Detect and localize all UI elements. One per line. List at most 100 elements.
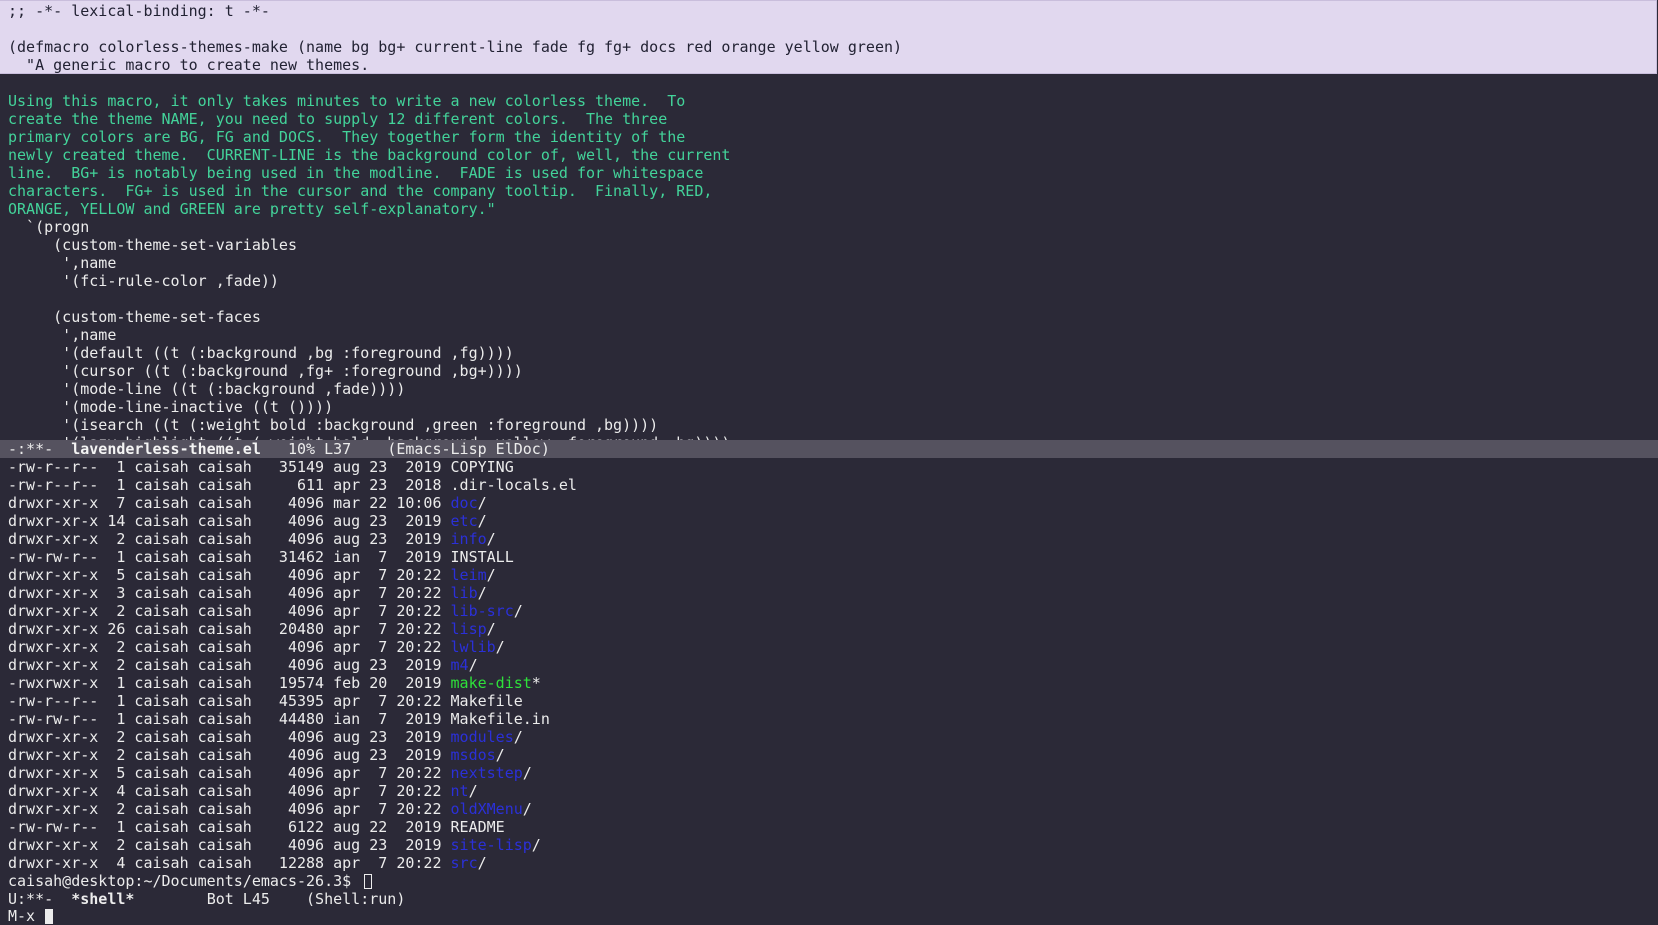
docstring-line (0, 74, 1658, 92)
listing-suffix: / (522, 764, 532, 782)
code-line: `(progn (8, 218, 90, 236)
listing-row: -rw-rw-r-- 1 caisah caisah 44480 ian 7 2… (0, 710, 1658, 728)
listing-meta: drwxr-xr-x 2 caisah caisah 4096 apr 7 20… (8, 638, 451, 656)
listing-meta: -rw-rw-r-- 1 caisah caisah 6122 aug 22 2… (8, 818, 451, 836)
shell-prompt-line[interactable]: caisah@desktop:~/Documents/emacs-26.3$ (0, 872, 1658, 890)
docstring-line: ORANGE, YELLOW and GREEN are pretty self… (8, 200, 496, 218)
modeline-status: U:**- (8, 890, 54, 908)
code-line: '(mode-line ((t (:background ,fade)))) (8, 380, 406, 398)
listing-dir-name[interactable]: msdos (451, 746, 496, 764)
listing-dir-name[interactable]: lisp (451, 620, 487, 638)
listing-suffix: / (477, 512, 487, 530)
code-line: ',name (8, 254, 117, 272)
listing-file-name[interactable]: make-dist (451, 674, 532, 692)
shell-cursor (364, 874, 373, 889)
listing-suffix: / (477, 494, 487, 512)
listing-suffix: / (486, 620, 496, 638)
directory-listing: -rw-r--r-- 1 caisah caisah 35149 aug 23 … (0, 458, 1658, 872)
listing-row: drwxr-xr-x 5 caisah caisah 4096 apr 7 20… (0, 764, 1658, 782)
listing-suffix: / (522, 800, 532, 818)
minibuffer[interactable]: M-x (0, 908, 1658, 925)
listing-meta: drwxr-xr-x 2 caisah caisah 4096 aug 23 2… (8, 746, 451, 764)
modeline-buffer-name[interactable]: lavenderless-theme.el (71, 440, 261, 458)
listing-file-name[interactable]: .dir-locals.el (451, 476, 577, 494)
modeline-position: Bot L45 (206, 890, 270, 908)
listing-meta: drwxr-xr-x 2 caisah caisah 4096 aug 23 2… (8, 656, 451, 674)
listing-dir-name[interactable]: nt (451, 782, 469, 800)
listing-meta: drwxr-xr-x 14 caisah caisah 4096 aug 23 … (8, 512, 451, 530)
listing-meta: drwxr-xr-x 2 caisah caisah 4096 aug 23 2… (8, 530, 451, 548)
shell-window[interactable]: -rw-r--r-- 1 caisah caisah 35149 aug 23 … (0, 458, 1658, 890)
modeline-status: -:**- (8, 440, 54, 458)
listing-row: drwxr-xr-x 4 caisah caisah 4096 apr 7 20… (0, 782, 1658, 800)
listing-row: drwxr-xr-x 2 caisah caisah 4096 aug 23 2… (0, 746, 1658, 764)
listing-dir-name[interactable]: lwlib (451, 638, 496, 656)
listing-file-name[interactable]: Makefile.in (451, 710, 550, 728)
header-line: "A generic macro to create new themes. (8, 56, 370, 74)
docstring-line: characters. FG+ is used in the cursor an… (8, 182, 713, 200)
listing-row: drwxr-xr-x 7 caisah caisah 4096 mar 22 1… (0, 494, 1658, 512)
minibuffer-prompt: M-x (8, 907, 45, 925)
listing-meta: -rw-rw-r-- 1 caisah caisah 31462 ian 7 2… (8, 548, 451, 566)
listing-dir-name[interactable]: lib-src (451, 602, 514, 620)
listing-dir-name[interactable]: modules (451, 728, 514, 746)
modeline-mode[interactable]: (Shell:run) (306, 890, 405, 908)
header-line: ;; -*- lexical-binding: t -*- (8, 2, 270, 20)
listing-file-name[interactable]: INSTALL (451, 548, 514, 566)
docstring-line: primary colors are BG, FG and DOCS. They… (8, 128, 686, 146)
listing-row: drwxr-xr-x 3 caisah caisah 4096 apr 7 20… (0, 584, 1658, 602)
listing-dir-name[interactable]: oldXMenu (451, 800, 523, 818)
editor-modeline: -:**- lavenderless-theme.el 10% L37 (Ema… (0, 440, 1658, 458)
listing-suffix: * (531, 674, 541, 692)
listing-row: drwxr-xr-x 2 caisah caisah 4096 apr 7 20… (0, 800, 1658, 818)
listing-row: drwxr-xr-x 2 caisah caisah 4096 aug 23 2… (0, 836, 1658, 854)
listing-dir-name[interactable]: nextstep (451, 764, 523, 782)
listing-dir-name[interactable]: src (451, 854, 478, 872)
listing-dir-name[interactable]: etc (451, 512, 478, 530)
listing-meta: -rw-r--r-- 1 caisah caisah 35149 aug 23 … (8, 458, 451, 476)
listing-row: drwxr-xr-x 2 caisah caisah 4096 apr 7 20… (0, 638, 1658, 656)
editor-window[interactable]: ;; -*- lexical-binding: t -*- (defmacro c… (0, 0, 1658, 440)
docstring-line: Using this macro, it only takes minutes … (8, 92, 686, 110)
code-line: (custom-theme-set-faces (8, 308, 261, 326)
shell-prompt: caisah@desktop:~/Documents/emacs-26.3$ (8, 872, 361, 890)
listing-file-name[interactable]: Makefile (451, 692, 523, 710)
listing-row: -rw-r--r-- 1 caisah caisah 45395 apr 7 2… (0, 692, 1658, 710)
listing-suffix: / (486, 530, 496, 548)
listing-meta: drwxr-xr-x 4 caisah caisah 12288 apr 7 2… (8, 854, 451, 872)
listing-dir-name[interactable]: site-lisp (451, 836, 532, 854)
code-line: '(cursor ((t (:background ,fg+ :foregrou… (8, 362, 523, 380)
listing-dir-name[interactable]: leim (451, 566, 487, 584)
minibuffer-cursor (45, 909, 54, 924)
listing-file-name[interactable]: COPYING (451, 458, 514, 476)
listing-dir-name[interactable]: info (451, 530, 487, 548)
listing-dir-name[interactable]: m4 (451, 656, 469, 674)
listing-dir-name[interactable]: doc (451, 494, 478, 512)
listing-row: drwxr-xr-x 14 caisah caisah 4096 aug 23 … (0, 512, 1658, 530)
editor-text[interactable]: ;; -*- lexical-binding: t -*- (defmacro c… (0, 2, 1658, 440)
listing-meta: drwxr-xr-x 2 caisah caisah 4096 aug 23 2… (8, 836, 451, 854)
listing-meta: -rwxrwxr-x 1 caisah caisah 19574 feb 20 … (8, 674, 451, 692)
listing-meta: -rw-rw-r-- 1 caisah caisah 44480 ian 7 2… (8, 710, 451, 728)
listing-suffix: / (513, 602, 523, 620)
listing-meta: drwxr-xr-x 4 caisah caisah 4096 apr 7 20… (8, 782, 451, 800)
listing-dir-name[interactable]: lib (451, 584, 478, 602)
listing-row: drwxr-xr-x 2 caisah caisah 4096 aug 23 2… (0, 728, 1658, 746)
modeline-buffer-name[interactable]: *shell* (71, 890, 134, 908)
listing-meta: drwxr-xr-x 5 caisah caisah 4096 apr 7 20… (8, 566, 451, 584)
listing-row: -rw-r--r-- 1 caisah caisah 35149 aug 23 … (0, 458, 1658, 476)
modeline-mode[interactable]: (Emacs-Lisp ElDoc) (387, 440, 550, 458)
listing-meta: -rw-r--r-- 1 caisah caisah 611 apr 23 20… (8, 476, 451, 494)
listing-row: -rw-rw-r-- 1 caisah caisah 31462 ian 7 2… (0, 548, 1658, 566)
listing-row: drwxr-xr-x 26 caisah caisah 20480 apr 7 … (0, 620, 1658, 638)
code-line: (custom-theme-set-variables (8, 236, 297, 254)
listing-suffix: / (477, 584, 487, 602)
listing-suffix: / (513, 728, 523, 746)
code-line: '(fci-rule-color ,fade)) (8, 272, 279, 290)
listing-meta: drwxr-xr-x 2 caisah caisah 4096 aug 23 2… (8, 728, 451, 746)
listing-meta: drwxr-xr-x 2 caisah caisah 4096 apr 7 20… (8, 800, 451, 818)
code-line: ',name (8, 326, 117, 344)
listing-suffix: / (468, 782, 478, 800)
listing-file-name[interactable]: README (451, 818, 505, 836)
